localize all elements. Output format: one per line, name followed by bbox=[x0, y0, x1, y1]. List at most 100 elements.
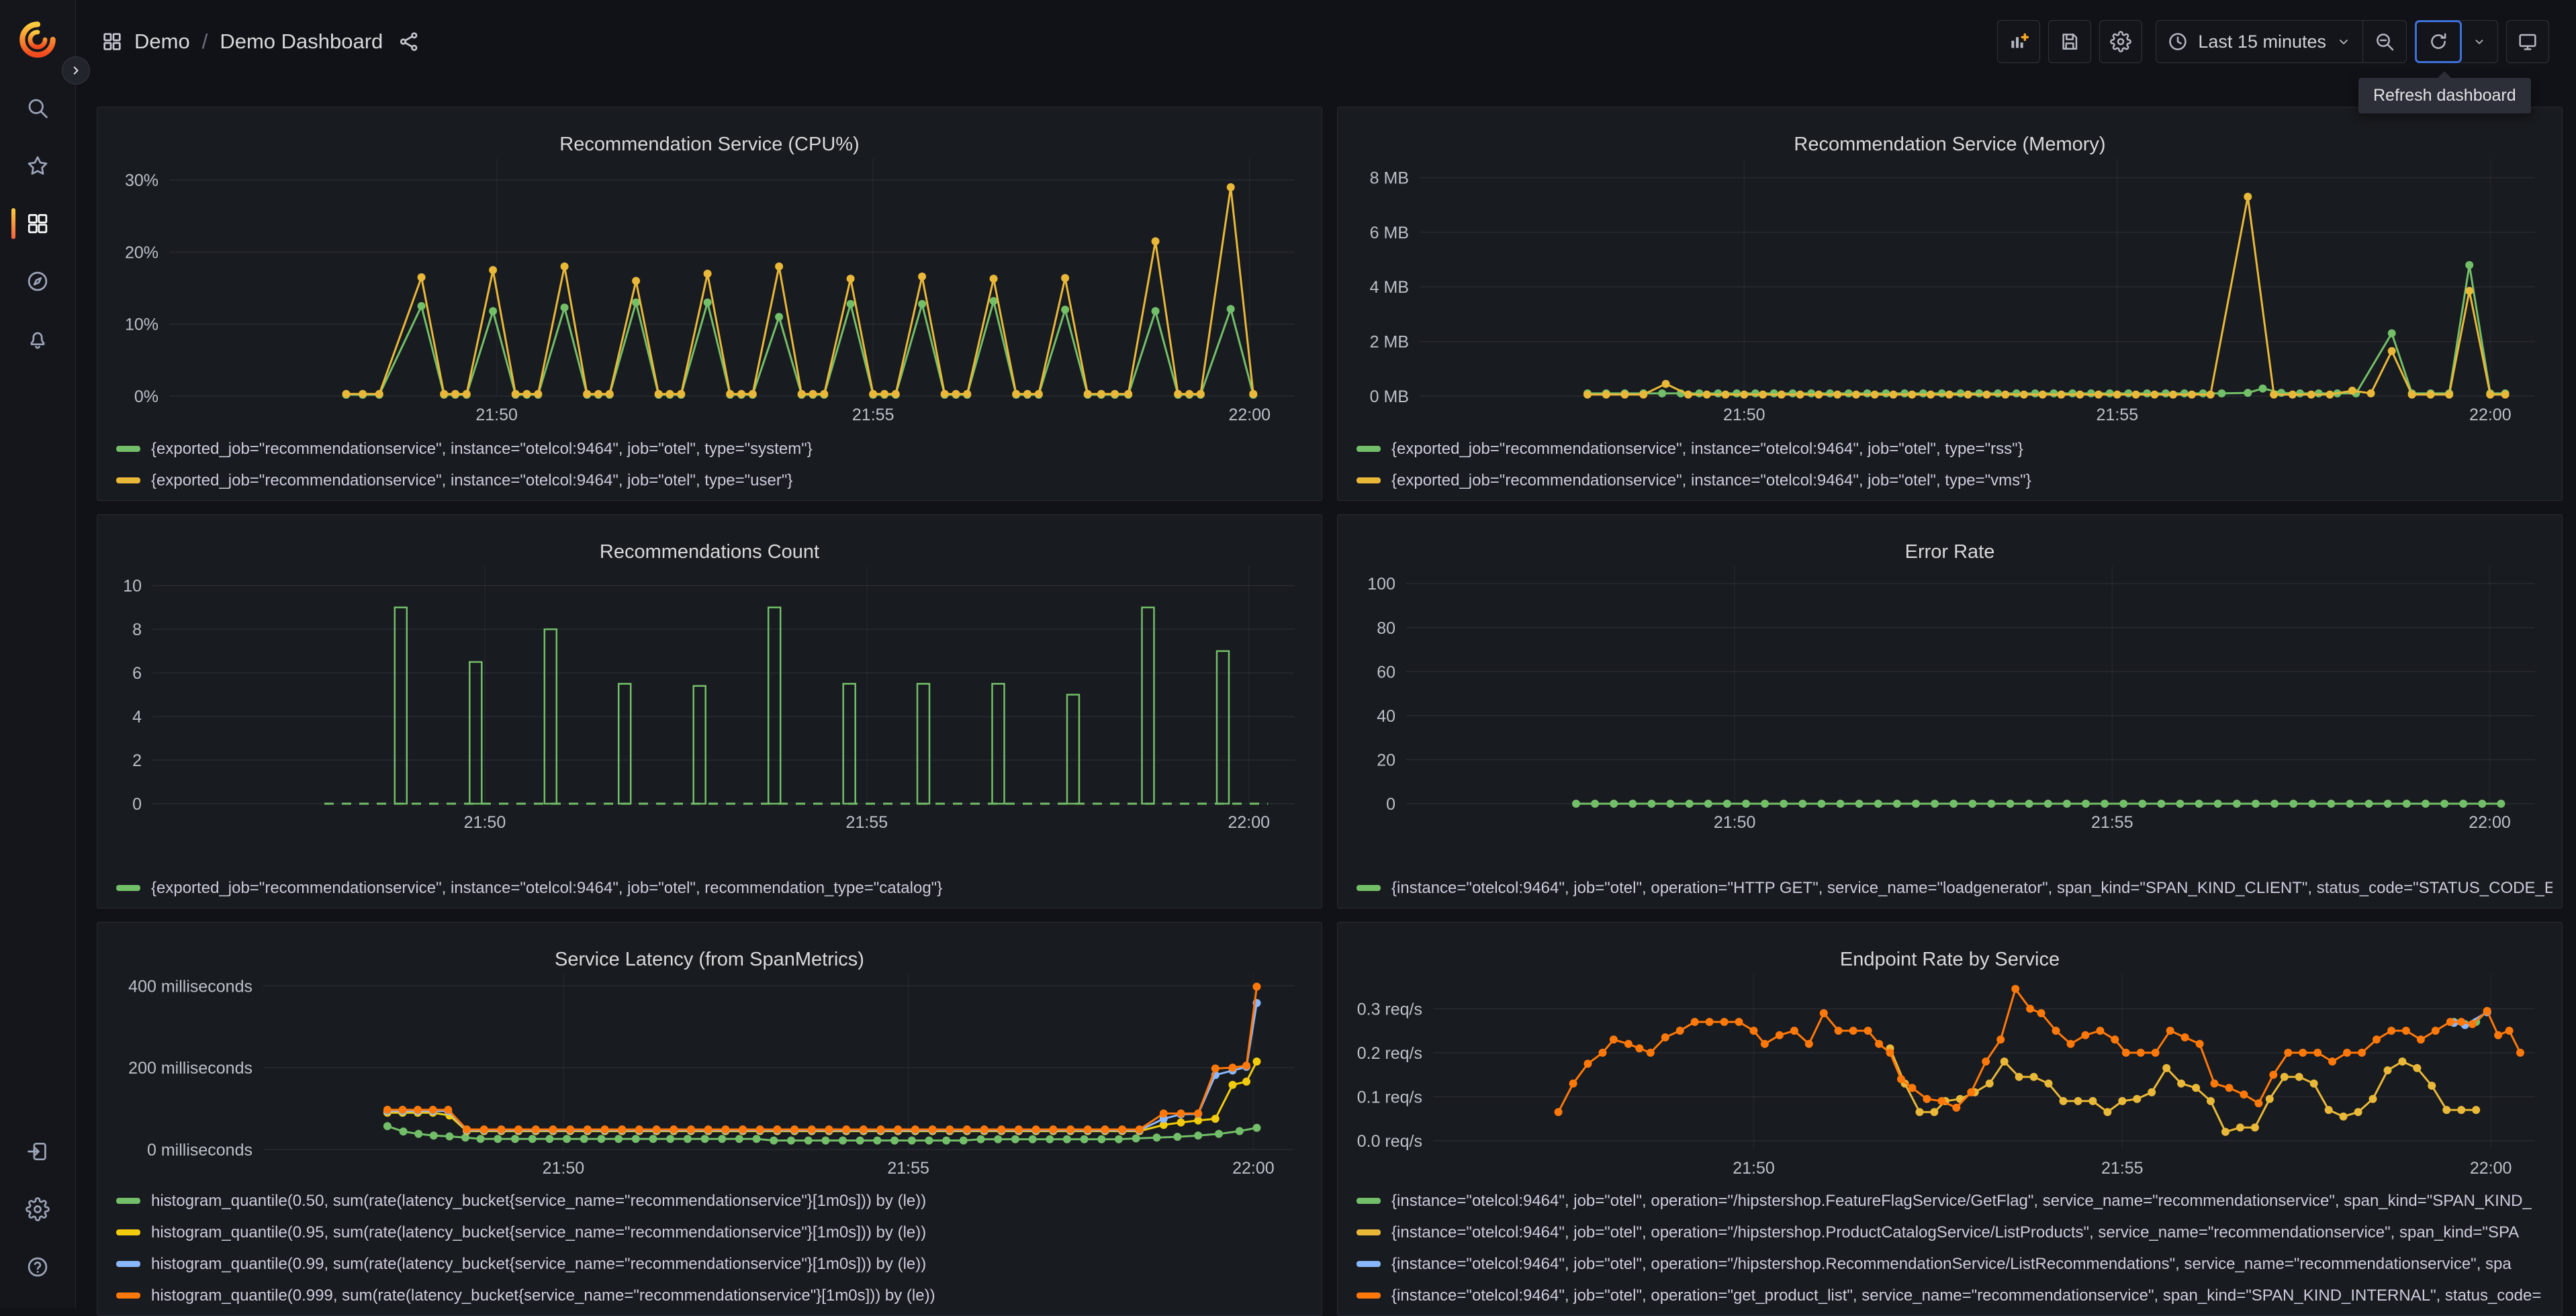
legend-item[interactable]: {instance="otelcol:9464", job="otel", op… bbox=[1356, 872, 2552, 904]
panel-legend: {exported_job="recommendationservice", i… bbox=[116, 433, 1312, 496]
svg-text:2 MB: 2 MB bbox=[1370, 333, 1409, 352]
legend-swatch bbox=[1356, 1229, 1381, 1235]
svg-text:22:00: 22:00 bbox=[2470, 1159, 2512, 1178]
dashboard-grid: Recommendation Service (CPU%) 21:50 21:55… bbox=[97, 107, 2563, 1316]
time-range-label: Last 15 minutes bbox=[2198, 31, 2326, 52]
svg-text:4: 4 bbox=[132, 708, 142, 726]
save-dashboard-button[interactable] bbox=[2048, 20, 2092, 63]
dashboard-toolbar: Last 15 minutes bbox=[1997, 20, 2549, 63]
sidebar-expand-button[interactable] bbox=[62, 56, 90, 85]
legend-label: {exported_job="recommendationservice", i… bbox=[1391, 471, 2031, 489]
search-icon[interactable] bbox=[0, 79, 75, 137]
svg-text:40: 40 bbox=[1377, 707, 1395, 726]
cycle-view-button[interactable] bbox=[2506, 20, 2549, 63]
panel-chart[interactable]: 21:50 21:55 22:00 0 MB 2 MB 4 MB 6 MB 8 MB bbox=[1346, 149, 2554, 426]
legend-label: {instance="otelcol:9464", job="otel", op… bbox=[1391, 1254, 2512, 1273]
panel-chart[interactable]: 21:50 21:55 22:00 0 20 40 60 80 100 bbox=[1346, 557, 2554, 833]
legend-item[interactable]: histogram_quantile(0.50, sum(rate(latenc… bbox=[116, 1185, 1312, 1217]
panel-service-latency: Service Latency (from SpanMetrics) 21:50… bbox=[97, 922, 1322, 1316]
svg-text:4 MB: 4 MB bbox=[1370, 278, 1409, 297]
svg-text:21:55: 21:55 bbox=[2101, 1159, 2144, 1178]
explore-compass-icon[interactable] bbox=[0, 252, 75, 310]
breadcrumb-dashboard[interactable]: Demo Dashboard bbox=[220, 30, 383, 54]
legend-item[interactable]: histogram_quantile(0.999, sum(rate(laten… bbox=[116, 1280, 1312, 1311]
svg-text:10: 10 bbox=[123, 577, 142, 596]
svg-text:400 milliseconds: 400 milliseconds bbox=[128, 977, 252, 996]
refresh-button[interactable] bbox=[2415, 20, 2462, 63]
dashboards-icon[interactable] bbox=[0, 195, 75, 252]
dashboard-settings-button[interactable] bbox=[2099, 20, 2143, 63]
refresh-tooltip: Refresh dashboard bbox=[2358, 71, 2531, 113]
panel-chart[interactable]: 21:50 21:55 22:00 0 2 4 6 8 10 bbox=[105, 557, 1314, 833]
legend-item[interactable]: {instance="otelcol:9464", job="otel", op… bbox=[1356, 1248, 2552, 1280]
panel-chart[interactable]: 21:50 21:55 22:00 0 milliseconds 200 millise… bbox=[105, 964, 1314, 1179]
svg-text:22:00: 22:00 bbox=[2469, 406, 2512, 424]
legend-item[interactable]: {exported_job="recommendationservice", i… bbox=[1356, 465, 2552, 496]
svg-text:21:50: 21:50 bbox=[543, 1159, 585, 1178]
legend-label: {instance="otelcol:9464", job="otel", op… bbox=[1391, 1286, 2542, 1305]
svg-text:22:00: 22:00 bbox=[1228, 406, 1271, 424]
alerting-bell-icon[interactable] bbox=[0, 310, 75, 368]
svg-text:0: 0 bbox=[1386, 795, 1395, 814]
panel-chart[interactable]: 21:50 21:55 22:00 0.0 req/s 0.1 req/s 0.2 req… bbox=[1346, 964, 2554, 1179]
svg-text:21:50: 21:50 bbox=[1723, 406, 1765, 424]
zoom-out-button[interactable] bbox=[2363, 21, 2406, 62]
svg-text:21:50: 21:50 bbox=[1733, 1159, 1775, 1178]
svg-text:0.1 req/s: 0.1 req/s bbox=[1357, 1088, 1422, 1107]
svg-text:100: 100 bbox=[1367, 575, 1395, 594]
legend-item[interactable]: {instance="otelcol:9464", job="otel", op… bbox=[1356, 1217, 2552, 1248]
legend-swatch bbox=[1356, 446, 1381, 452]
refresh-group bbox=[2415, 20, 2498, 63]
legend-item[interactable]: {exported_job="recommendationservice", i… bbox=[116, 872, 1312, 904]
svg-text:21:55: 21:55 bbox=[887, 1159, 929, 1178]
svg-text:20%: 20% bbox=[125, 243, 158, 262]
legend-label: {exported_job="recommendationservice", i… bbox=[151, 878, 943, 897]
panel-legend: {exported_job="recommendationservice", i… bbox=[1356, 433, 2552, 496]
legend-item[interactable]: {exported_job="recommendationservice", i… bbox=[1356, 433, 2552, 465]
panel-chart[interactable]: 21:50 21:55 22:00 0% 10% 20% 30% bbox=[105, 149, 1314, 426]
refresh-interval-button[interactable] bbox=[2461, 21, 2497, 62]
legend-item[interactable]: histogram_quantile(0.99, sum(rate(latenc… bbox=[116, 1248, 1312, 1280]
svg-text:22:00: 22:00 bbox=[1228, 813, 1270, 832]
legend-label: {exported_job="recommendationservice", i… bbox=[151, 471, 793, 489]
time-picker-group: Last 15 minutes bbox=[2156, 20, 2407, 63]
panel-legend: {instance="otelcol:9464", job="otel", op… bbox=[1356, 872, 2552, 904]
legend-item[interactable]: {instance="otelcol:9464", job="otel", op… bbox=[1356, 1280, 2552, 1311]
legend-swatch bbox=[116, 1198, 140, 1204]
legend-swatch bbox=[1356, 885, 1381, 891]
svg-text:0 MB: 0 MB bbox=[1370, 387, 1409, 406]
svg-text:80: 80 bbox=[1377, 619, 1395, 638]
legend-item[interactable]: {instance="otelcol:9464", job="otel", op… bbox=[1356, 1185, 2552, 1217]
starred-icon[interactable] bbox=[0, 137, 75, 195]
panel-error-rate: Error Rate 21:50 21:55 22:00 0 20 40 60 80 100 {… bbox=[1337, 514, 2563, 908]
svg-text:30%: 30% bbox=[125, 171, 158, 190]
legend-swatch bbox=[116, 446, 140, 452]
legend-label: {instance="otelcol:9464", job="otel", op… bbox=[1391, 1191, 2532, 1210]
legend-label: histogram_quantile(0.99, sum(rate(latenc… bbox=[151, 1254, 927, 1273]
legend-item[interactable]: {exported_job="recommendationservice", i… bbox=[116, 465, 1312, 496]
time-picker-button[interactable]: Last 15 minutes bbox=[2156, 21, 2362, 62]
svg-text:0.3 req/s: 0.3 req/s bbox=[1357, 1000, 1422, 1019]
legend-item[interactable]: histogram_quantile(0.95, sum(rate(latenc… bbox=[116, 1217, 1312, 1248]
legend-label: {instance="otelcol:9464", job="otel", op… bbox=[1391, 1223, 2520, 1241]
legend-item[interactable]: {exported_job="recommendationservice", i… bbox=[116, 433, 1312, 465]
breadcrumb-folder[interactable]: Demo bbox=[134, 30, 190, 54]
svg-text:21:55: 21:55 bbox=[852, 406, 894, 424]
panel-recommendation-cpu: Recommendation Service (CPU%) 21:50 21:55… bbox=[97, 107, 1322, 501]
legend-label: {exported_job="recommendationservice", i… bbox=[151, 439, 813, 458]
share-alt-icon[interactable] bbox=[398, 30, 420, 53]
legend-swatch bbox=[116, 477, 140, 483]
svg-text:21:50: 21:50 bbox=[475, 406, 518, 424]
svg-text:21:55: 21:55 bbox=[846, 813, 888, 832]
svg-text:21:55: 21:55 bbox=[2091, 813, 2133, 832]
legend-label: histogram_quantile(0.95, sum(rate(latenc… bbox=[151, 1223, 927, 1241]
panel-legend: histogram_quantile(0.50, sum(rate(latenc… bbox=[116, 1185, 1312, 1311]
svg-text:60: 60 bbox=[1377, 663, 1395, 682]
add-panel-button[interactable] bbox=[1997, 20, 2041, 63]
settings-gear-icon[interactable] bbox=[0, 1180, 75, 1238]
svg-text:2: 2 bbox=[132, 751, 142, 770]
sign-in-icon[interactable] bbox=[0, 1123, 75, 1180]
panel-recommendation-memory: Recommendation Service (Memory) 21:50 21:… bbox=[1337, 107, 2563, 501]
help-icon[interactable] bbox=[0, 1238, 75, 1296]
svg-text:8 MB: 8 MB bbox=[1370, 169, 1409, 187]
